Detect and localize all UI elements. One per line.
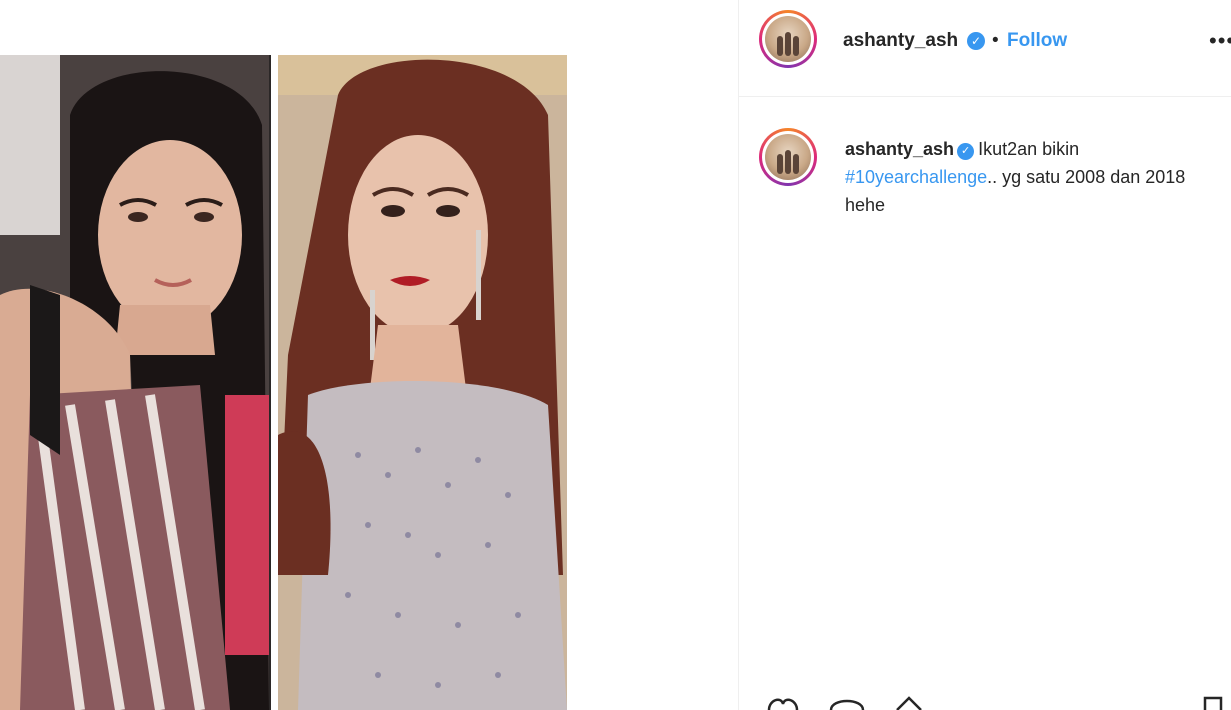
post-caption: ashanty_ash ✓ Ikut2an bikin #10yearchallen… — [845, 135, 1215, 219]
follow-button[interactable]: Follow — [1007, 30, 1067, 52]
share-icon[interactable] — [891, 696, 927, 710]
bookmark-icon[interactable] — [1201, 696, 1225, 710]
post-media — [0, 0, 738, 710]
caption-avatar[interactable] — [759, 128, 817, 186]
separator-dot: • — [992, 30, 999, 51]
username-link[interactable]: ashanty_ash — [843, 30, 958, 52]
post-side-panel: ashanty_ash ✓ • Follow ••• ashanty_ash✓I… — [738, 0, 1231, 710]
hashtag-link[interactable]: #10yearchallenge — [845, 167, 987, 187]
post-actions-bar — [739, 690, 1231, 710]
avatar-image — [765, 16, 811, 62]
verified-badge-icon: ✓ — [957, 143, 975, 160]
photo-2018 — [278, 55, 567, 710]
heart-icon[interactable] — [763, 696, 803, 710]
verified-badge-icon: ✓ — [967, 32, 985, 50]
caption-username-link[interactable]: ashanty_ash — [845, 139, 954, 159]
photo-2008 — [0, 55, 271, 710]
avatar[interactable] — [759, 10, 817, 68]
more-options-icon[interactable]: ••• — [1209, 28, 1231, 54]
comment-icon[interactable] — [827, 696, 867, 710]
caption-text: Ikut2an bikin — [978, 139, 1080, 159]
post-header: ashanty_ash ✓ • Follow ••• — [739, 0, 1231, 97]
avatar-image — [765, 134, 811, 180]
